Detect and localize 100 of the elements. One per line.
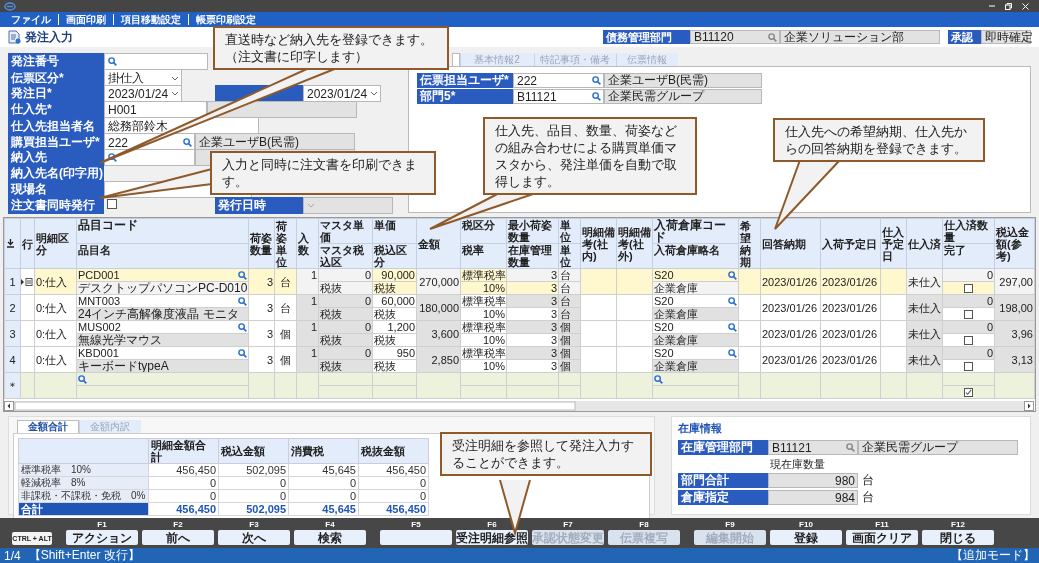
search-icon[interactable] xyxy=(728,296,737,306)
checkbox[interactable] xyxy=(107,199,117,209)
unit-label: 台 xyxy=(862,472,874,489)
column-header: 税込金額 xyxy=(218,438,289,464)
search-icon[interactable] xyxy=(728,348,737,358)
menu-item[interactable]: ファイル xyxy=(4,14,58,25)
column-header: 希望納期 xyxy=(740,219,752,268)
search-icon[interactable] xyxy=(846,443,855,452)
column-header: 仕入済 xyxy=(908,237,941,250)
search-icon[interactable] xyxy=(654,374,663,384)
row-number: ＊ xyxy=(4,372,21,399)
search-field[interactable] xyxy=(104,149,195,166)
table-cell: 3,96 xyxy=(994,320,1035,347)
name-field: 企業民需グループ xyxy=(858,440,1018,455)
search-icon[interactable] xyxy=(238,322,247,332)
function-key-button[interactable]: アクション xyxy=(66,530,138,545)
function-key-button[interactable]: 次へ xyxy=(218,530,290,545)
search-icon[interactable] xyxy=(592,92,601,101)
checkbox[interactable] xyxy=(964,309,973,319)
search-field[interactable]: 222 xyxy=(513,73,604,88)
search-icon[interactable] xyxy=(108,57,117,66)
check-icon xyxy=(965,388,972,396)
field-label: 伝票担当ユーザ* xyxy=(417,73,513,88)
search-icon[interactable] xyxy=(238,296,247,306)
menu-item[interactable]: 帳票印刷設定 xyxy=(188,14,263,25)
menu-item[interactable]: 項目移動設定 xyxy=(113,14,188,25)
key-label: F7 xyxy=(563,520,573,530)
name-field: 企業ソリューション部 xyxy=(780,30,940,44)
search-icon[interactable] xyxy=(768,32,777,42)
chevron-icon xyxy=(370,90,378,97)
table-cell: 2,850 xyxy=(416,346,461,373)
field-label: 承認 xyxy=(948,30,981,44)
table-cell: 180,000 xyxy=(416,294,461,321)
column-header: 回答納期 xyxy=(762,237,806,250)
search-icon[interactable] xyxy=(238,270,247,280)
minimize-icon[interactable] xyxy=(989,3,995,9)
row-number: 1 xyxy=(4,268,21,295)
column-header: 行 xyxy=(22,237,33,250)
scrollbar-drawing[interactable] xyxy=(4,401,1034,411)
search-icon[interactable] xyxy=(183,138,192,147)
field-label: 注文書同時発行 xyxy=(8,197,104,214)
table-cell: 297,00 xyxy=(994,268,1035,295)
restore-icon[interactable] xyxy=(1005,2,1012,10)
column-header: 税抜金額 xyxy=(358,438,429,464)
function-key-button[interactable]: 検索 xyxy=(294,530,366,545)
search-field[interactable]: B11121 xyxy=(513,89,604,104)
select-field[interactable]: 2023/01/24 xyxy=(303,85,381,102)
app-logo-icon xyxy=(4,1,16,11)
number-field: 980 xyxy=(768,473,858,488)
column-header: 在庫管理数量 xyxy=(508,244,553,268)
checkbox[interactable] xyxy=(964,335,973,345)
column-header: 荷姿単位 xyxy=(276,219,288,268)
download-icon[interactable] xyxy=(6,238,15,248)
close-icon[interactable] xyxy=(1022,2,1029,10)
record-position: 1/4 xyxy=(4,548,21,563)
name-field: 企業ユーザB(民需) xyxy=(604,73,762,88)
column-header: 品目コード xyxy=(78,219,138,231)
function-key-button[interactable]: 画面クリア xyxy=(846,530,918,545)
tab[interactable]: 金額合計 xyxy=(17,420,79,433)
mode-indicator: 【追加モード】 xyxy=(951,547,1035,563)
key-label: F2 xyxy=(173,520,183,530)
column-header: 明細区分 xyxy=(36,231,70,256)
key-label: F11 xyxy=(875,520,889,530)
search-icon[interactable] xyxy=(78,374,87,384)
checkbox[interactable] xyxy=(964,361,973,371)
function-key-button[interactable]: 登録 xyxy=(770,530,842,545)
search-icon[interactable] xyxy=(108,153,117,162)
key-label: F10 xyxy=(799,520,813,530)
column-header: マスタ単価 xyxy=(320,219,365,243)
menu-item[interactable]: 画面印刷 xyxy=(58,14,113,25)
key-label: F8 xyxy=(639,520,649,530)
column-header: 仕入予定日 xyxy=(882,225,905,262)
search-field[interactable]: B11121 xyxy=(768,440,858,455)
field-label: 部門5* xyxy=(417,89,513,104)
column-header: 入荷倉庫略名 xyxy=(654,244,720,256)
field-label: 債務管理部門 xyxy=(603,30,690,44)
search-field[interactable] xyxy=(104,53,208,70)
column-header: 税込金額(参考) xyxy=(996,225,1030,262)
table-cell: 198,00 xyxy=(994,294,1035,321)
key-label: F9 xyxy=(725,520,735,530)
checkbox[interactable] xyxy=(964,387,973,397)
row-number: 4 xyxy=(4,346,21,373)
search-icon[interactable] xyxy=(238,348,247,358)
number-field: 984 xyxy=(768,490,858,505)
key-label: F4 xyxy=(325,520,335,530)
checkbox[interactable] xyxy=(964,283,973,293)
search-icon[interactable] xyxy=(728,322,737,332)
table-cell: 台 xyxy=(558,294,581,308)
column-header: 完了 xyxy=(944,244,966,256)
table-cell: 270,000 xyxy=(416,268,461,295)
function-key-button[interactable]: 閉じる xyxy=(922,530,994,545)
table-cell: 個 xyxy=(558,320,581,334)
chevron-icon xyxy=(307,202,315,209)
function-key-button[interactable]: 受注明細参照 xyxy=(456,530,528,545)
function-key-button[interactable]: 前へ xyxy=(142,530,214,545)
column-header: 単位 xyxy=(560,219,572,243)
callout: 受注明細を参照して発注入力することができます。 xyxy=(440,432,652,476)
search-icon[interactable] xyxy=(728,270,737,280)
search-field[interactable]: B11120 xyxy=(690,30,780,44)
search-icon[interactable] xyxy=(592,76,601,85)
